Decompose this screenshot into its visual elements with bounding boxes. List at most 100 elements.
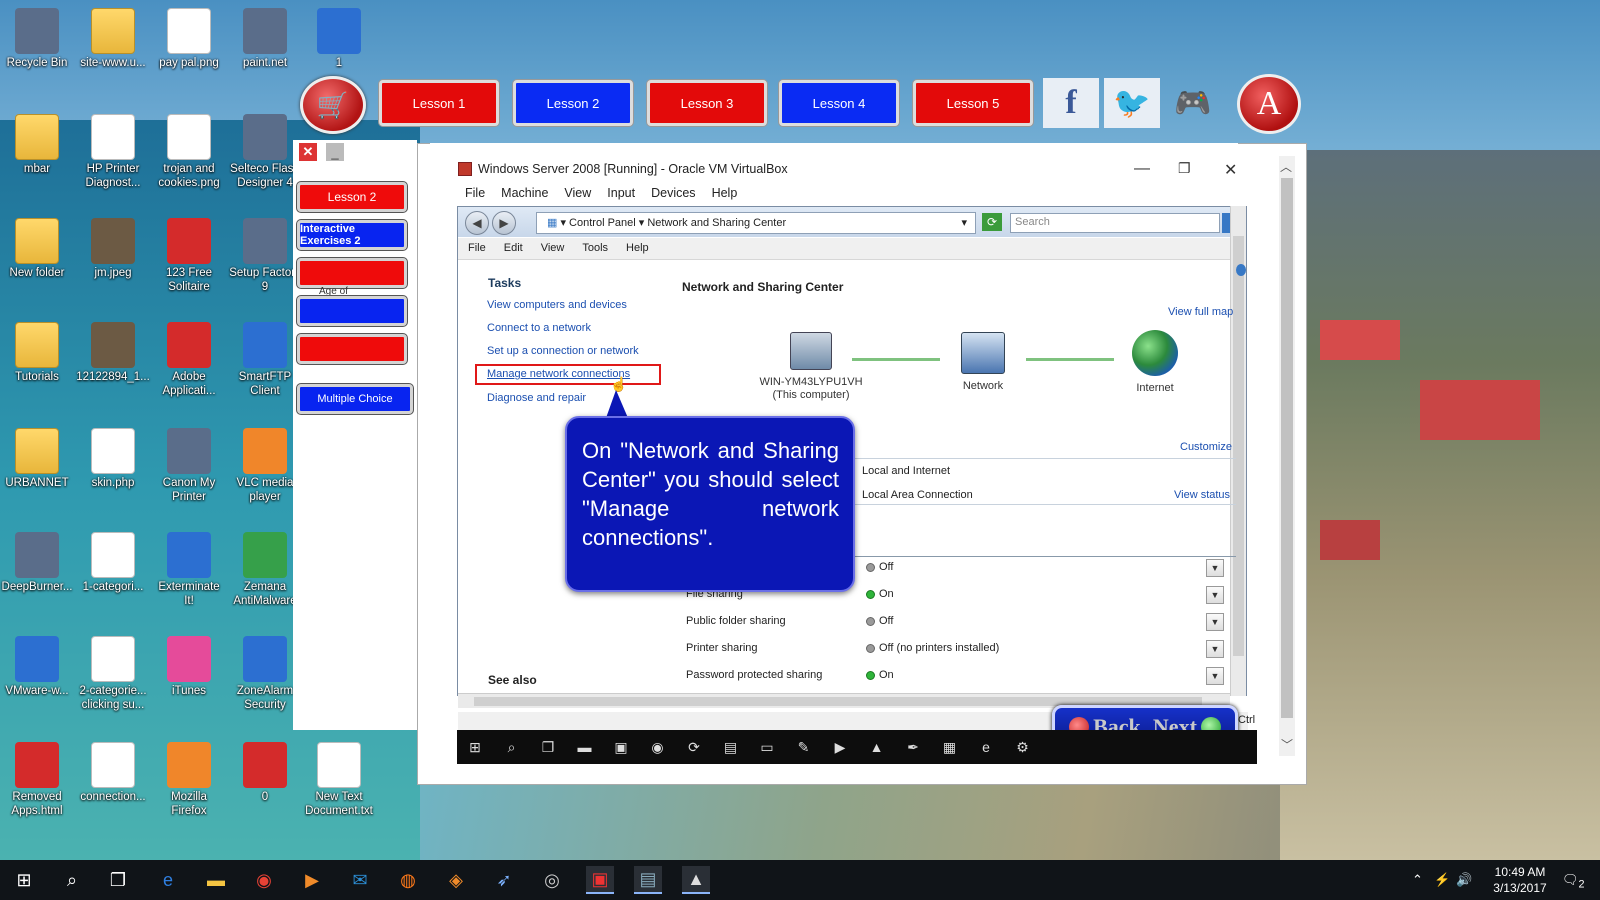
vm-start-icon[interactable]: ⊞: [466, 738, 484, 756]
desktop-icon[interactable]: Recycle Bin: [0, 8, 74, 70]
tray-chevron-icon[interactable]: ⌃: [1412, 872, 1423, 888]
notifications-icon[interactable]: 🗨2: [1562, 872, 1585, 891]
desktop-icon[interactable]: Tutorials: [0, 322, 74, 384]
view-status-link[interactable]: View status: [1174, 489, 1230, 501]
vm-window-icon[interactable]: ▭: [758, 738, 776, 756]
desktop-icon[interactable]: 12122894_1...: [76, 322, 150, 384]
disc-icon[interactable]: ◎: [538, 866, 566, 894]
desktop-icon[interactable]: HP Printer Diagnost...: [76, 114, 150, 190]
task-view-computers[interactable]: View computers and devices: [487, 299, 627, 311]
desktop-icon[interactable]: Canon My Printer: [152, 428, 226, 504]
vm-chrome-icon[interactable]: ◉: [649, 738, 667, 756]
desktop-icon[interactable]: 0: [228, 742, 302, 804]
vm-store-icon[interactable]: ▣: [612, 738, 630, 756]
desktop-icon[interactable]: site-www.u...: [76, 8, 150, 70]
vm-gear-icon[interactable]: ⚙: [1014, 738, 1032, 756]
multiple-choice-button[interactable]: Multiple Choice: [297, 384, 413, 414]
gamepad-icon[interactable]: 🎮: [1165, 78, 1221, 128]
lesson-2-button[interactable]: Lesson 2: [513, 80, 633, 126]
breadcrumb-control-panel[interactable]: Control Panel: [569, 217, 636, 229]
desktop-icon[interactable]: paint.net: [228, 8, 302, 70]
desktop-icon[interactable]: VMware-w...: [0, 636, 74, 698]
edge-icon[interactable]: e: [154, 866, 182, 894]
desktop-icon[interactable]: Adobe Applicati...: [152, 322, 226, 398]
desktop-icon[interactable]: VLC media player: [228, 428, 302, 504]
lesson-1-button[interactable]: Lesson 1: [379, 80, 499, 126]
vm-taskview-icon[interactable]: ❐: [539, 738, 557, 756]
chevron-down-icon[interactable]: ▼: [1206, 559, 1224, 577]
vm-explorer-icon[interactable]: ▬: [576, 738, 594, 756]
desktop-icon[interactable]: New folder: [0, 218, 74, 280]
desktop-icon[interactable]: 123 Free Solitaire: [152, 218, 226, 294]
menu-devices[interactable]: Devices: [651, 186, 695, 200]
window-minimize-icon[interactable]: —: [1134, 160, 1150, 178]
chevron-down-icon[interactable]: ▼: [1206, 586, 1224, 604]
menu-input[interactable]: Input: [607, 186, 635, 200]
menu-help[interactable]: Help: [712, 186, 738, 200]
desktop-icon[interactable]: New Text Document.txt: [302, 742, 376, 818]
media-icon[interactable]: ▶: [298, 866, 326, 894]
desktop-icon[interactable]: URBANNET: [0, 428, 74, 490]
menu-machine[interactable]: Machine: [501, 186, 548, 200]
vm-edge-icon[interactable]: e: [977, 738, 995, 756]
desktop-icon[interactable]: iTunes: [152, 636, 226, 698]
this-computer-node[interactable]: WIN-YM43LYPU1VH (This computer): [756, 332, 866, 402]
desktop-icon[interactable]: ZoneAlarm Security: [228, 636, 302, 712]
desktop-icon[interactable]: Removed Apps.html: [0, 742, 74, 818]
desktop-icon[interactable]: 1: [302, 8, 376, 70]
breadcrumb[interactable]: ▦ ▾ Control Panel ▾ Network and Sharing …: [536, 212, 976, 234]
lesson-5-button[interactable]: Lesson 5: [913, 80, 1033, 126]
vm-tool-icon[interactable]: ✎: [795, 738, 813, 756]
task-setup-connection[interactable]: Set up a connection or network: [487, 345, 639, 357]
dropdown-arrow-icon[interactable]: ▾: [961, 216, 967, 229]
customize-link[interactable]: Customize: [1180, 441, 1232, 453]
ws-app-icon[interactable]: ▣: [586, 866, 614, 894]
desktop-icon[interactable]: Mozilla Firefox: [152, 742, 226, 818]
desktop-icon[interactable]: Zemana AntiMalware: [228, 532, 302, 608]
task-diagnose-repair[interactable]: Diagnose and repair: [487, 392, 586, 404]
chevron-down-icon[interactable]: ▼: [1206, 667, 1224, 685]
scroll-down-icon[interactable]: ﹀: [1281, 736, 1293, 753]
back-arrow-icon[interactable]: ◀: [465, 211, 489, 235]
virtualbox-taskbar-icon[interactable]: ▤: [634, 866, 662, 894]
desktop-icon[interactable]: trojan and cookies.png: [152, 114, 226, 190]
chevron-down-icon[interactable]: ▼: [1206, 613, 1224, 631]
explorer-scrollbar[interactable]: [1230, 206, 1246, 696]
window-close-icon[interactable]: ✕: [1224, 160, 1237, 180]
desktop-icon[interactable]: connection...: [76, 742, 150, 804]
desktop-icon[interactable]: mbar: [0, 114, 74, 176]
search-icon[interactable]: ⌕: [58, 866, 86, 894]
app-orange-icon[interactable]: ◈: [442, 866, 470, 894]
app-blue-icon[interactable]: ➶: [490, 866, 518, 894]
forward-arrow-icon[interactable]: ▶: [492, 211, 516, 235]
photos-icon[interactable]: ▲: [682, 866, 710, 894]
exp-menu-tools[interactable]: Tools: [582, 242, 608, 255]
desktop-icon[interactable]: jm.jpeg: [76, 218, 150, 280]
facebook-icon[interactable]: f: [1043, 78, 1099, 128]
breadcrumb-nsc[interactable]: Network and Sharing Center: [647, 217, 786, 229]
frame-scrollbar[interactable]: [1279, 156, 1295, 756]
window-restore-icon[interactable]: ❐: [1178, 160, 1191, 177]
refresh-icon[interactable]: ⟳: [982, 213, 1002, 231]
twitter-icon[interactable]: 🐦: [1104, 78, 1160, 128]
desktop-icon[interactable]: SmartFTP Client: [228, 322, 302, 398]
vm-sync-icon[interactable]: ⟳: [685, 738, 703, 756]
help-icon[interactable]: [1236, 264, 1246, 276]
side-red-button-2[interactable]: [297, 334, 407, 364]
a-logo-button[interactable]: A: [1237, 74, 1301, 134]
chevron-down-icon[interactable]: ▼: [1206, 640, 1224, 658]
volume-icon[interactable]: 🔊: [1456, 872, 1472, 888]
desktop-icon[interactable]: 1-categori...: [76, 532, 150, 594]
desktop-icon[interactable]: pay pal.png: [152, 8, 226, 70]
desktop-icon[interactable]: Setup Factory 9: [228, 218, 302, 294]
menu-view[interactable]: View: [564, 186, 591, 200]
shopping-cart-button[interactable]: 🛒: [300, 76, 366, 134]
vm-calc-icon[interactable]: ▦: [941, 738, 959, 756]
vm-search-icon[interactable]: ⌕: [503, 738, 521, 756]
task-view-icon[interactable]: ❐: [104, 866, 132, 894]
minimize-icon[interactable]: _: [325, 142, 345, 162]
vm-media-icon[interactable]: ▶: [831, 738, 849, 756]
desktop-icon[interactable]: DeepBurner...: [0, 532, 74, 594]
desktop-icon[interactable]: 2-categorie... clicking su...: [76, 636, 150, 712]
side-blue-button[interactable]: [297, 296, 407, 326]
